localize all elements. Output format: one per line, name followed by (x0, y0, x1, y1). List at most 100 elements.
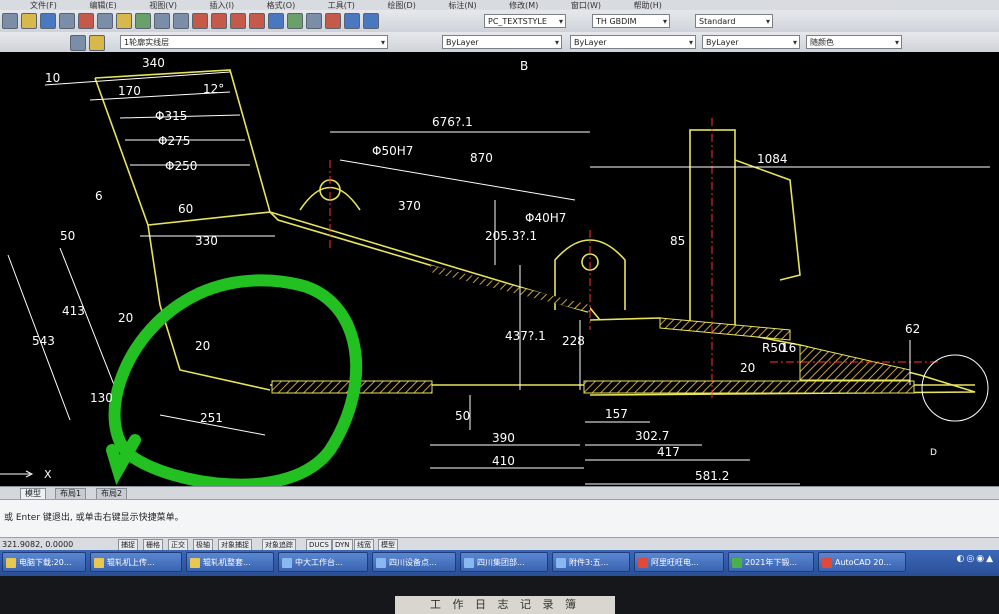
table-style-select[interactable]: Standard (695, 14, 773, 28)
dim-text: Φ50H7 (372, 144, 413, 158)
dim-text: 581.2 (695, 469, 729, 483)
menu-bar: 文件(F) 编辑(E) 视图(V) 插入(I) 格式(O) 工具(T) 绘图(D… (0, 0, 999, 10)
dim-text: 676?.1 (432, 115, 473, 129)
color-select[interactable]: ByLayer (442, 35, 562, 49)
zoom-previous-icon[interactable] (249, 13, 265, 29)
command-prompt: 或 Enter 键退出, 或单击右键显示快捷菜单。 (4, 513, 184, 523)
menu-item[interactable]: 格式(O) (267, 1, 296, 10)
dim-text: 1084 (757, 152, 788, 166)
dim-text: 205.3?.1 (485, 229, 537, 243)
paste-icon[interactable] (116, 13, 132, 29)
copy-icon[interactable] (97, 13, 113, 29)
redo-icon[interactable] (173, 13, 189, 29)
dim-text: 6 (95, 189, 103, 203)
layer-select[interactable]: 1轮廓实线层 (120, 35, 388, 49)
dim-text: 20 (195, 339, 210, 353)
menu-item[interactable]: 视图(V) (149, 1, 177, 10)
tool-palettes-icon[interactable] (306, 13, 322, 29)
hatch-inclined (430, 265, 590, 312)
plot-style-select[interactable]: 随颜色 (806, 35, 902, 49)
dim-text: Φ275 (158, 134, 190, 148)
drawing-canvas[interactable]: B D 10 340 170 12° Φ315 Φ275 Φ250 6 60 3… (0, 52, 999, 486)
system-tray[interactable]: ◐◎◉▲ (957, 554, 995, 564)
pan-icon[interactable] (192, 13, 208, 29)
cut-icon[interactable] (78, 13, 94, 29)
menu-item[interactable]: 帮助(H) (634, 1, 662, 10)
dim-text: 12° (203, 82, 224, 96)
dim-text: 50 (455, 409, 470, 423)
status-bar: 321.9082, 0.0000 捕捉 栅格 正交 极轴 对象捕捉 对象追踪 D… (0, 537, 999, 551)
detail-circle-d (921, 354, 989, 422)
match-properties-icon[interactable] (135, 13, 151, 29)
dim-text: 437?.1 (505, 329, 546, 343)
monitor-screen: 文件(F) 编辑(E) 视图(V) 插入(I) 格式(O) 工具(T) 绘图(D… (0, 0, 999, 580)
markup-icon[interactable] (344, 13, 360, 29)
linetype-select[interactable]: ByLayer (570, 35, 696, 49)
print-icon[interactable] (59, 13, 75, 29)
windows-taskbar: 电脑下载:20... 辊轧机上传... 辊轧机整套... 中大工作台... 四川… (0, 550, 999, 576)
hatch-plate (659, 317, 791, 341)
taskbar-item[interactable]: 四川设备点... (372, 552, 456, 572)
dim-text: 390 (492, 431, 515, 445)
menu-item[interactable]: 修改(M) (509, 1, 538, 10)
properties-icon[interactable] (268, 13, 284, 29)
lineweight-select[interactable]: ByLayer (702, 35, 800, 49)
layers-toolbar: 1轮廓实线层 ByLayer ByLayer ByLayer 随颜色 (0, 32, 999, 53)
menu-item[interactable]: 插入(I) (210, 1, 235, 10)
save-icon[interactable] (40, 13, 56, 29)
dim-style-select[interactable]: TH GBDIM (592, 14, 670, 28)
taskbar-item[interactable]: 附件3:五... (552, 552, 630, 572)
layout-tabs: 模型 布局1 布局2 (0, 486, 999, 500)
sheet-set-icon[interactable] (325, 13, 341, 29)
dim-text: 170 (118, 84, 141, 98)
dim-text: 302.7 (635, 429, 669, 443)
dim-text: Φ40H7 (525, 211, 566, 225)
dim-text: 130 (90, 391, 113, 405)
dim-text: 62 (905, 322, 920, 336)
dim-text: 16 (781, 341, 796, 355)
menu-item[interactable]: 文件(F) (30, 1, 57, 10)
hook-arm (734, 159, 801, 281)
menu-item[interactable]: 编辑(E) (89, 1, 116, 10)
dim-text: 10 (45, 71, 60, 85)
design-center-icon[interactable] (287, 13, 303, 29)
desk-label-plate: 工 作 日 志 记 录 簿 (395, 596, 615, 614)
taskbar-item[interactable]: 阿里旺旺电... (634, 552, 724, 572)
menu-item[interactable]: 标注(N) (448, 1, 476, 10)
layer-icons (70, 35, 105, 51)
help-icon[interactable] (363, 13, 379, 29)
new-file-icon[interactable] (2, 13, 18, 29)
taskbar-item[interactable]: 辊轧机整套... (186, 552, 274, 572)
taskbar-item[interactable]: 2021年下锻... (728, 552, 814, 572)
view-label-d: D (930, 448, 937, 458)
dim-text: 370 (398, 199, 421, 213)
taskbar-item[interactable]: 中大工作台... (278, 552, 368, 572)
taskbar-item[interactable]: 辊轧机上传... (90, 552, 182, 572)
menu-item[interactable]: 窗口(W) (571, 1, 601, 10)
zoom-realtime-icon[interactable] (211, 13, 227, 29)
dim-text: 340 (142, 56, 165, 70)
taskbar-item[interactable]: 电脑下载:20... (2, 552, 86, 572)
dim-text: Φ315 (155, 109, 187, 123)
zoom-window-icon[interactable] (230, 13, 246, 29)
dim-text: 50 (60, 229, 75, 243)
text-style-select[interactable]: PC_TEXTSTYLE (484, 14, 566, 28)
ucs-x-label: X (44, 468, 52, 481)
taskbar-item[interactable]: 四川集团部... (460, 552, 548, 572)
dim-text: 20 (118, 311, 133, 325)
dim-text: 870 (470, 151, 493, 165)
dim-text: 20 (740, 361, 755, 375)
undo-icon[interactable] (154, 13, 170, 29)
coordinate-readout: 321.9082, 0.0000 (2, 540, 74, 549)
menu-item[interactable]: 绘图(D) (387, 1, 415, 10)
open-file-icon[interactable] (21, 13, 37, 29)
dim-text: 85 (670, 234, 685, 248)
taskbar-item[interactable]: AutoCAD 20... (818, 552, 906, 572)
layer-state-icon[interactable] (89, 35, 105, 51)
menu-item[interactable]: 工具(T) (328, 1, 355, 10)
cad-drawing: B D 10 340 170 12° Φ315 Φ275 Φ250 6 60 3… (0, 56, 990, 486)
dim-text: 330 (195, 234, 218, 248)
hatch-base-right (583, 380, 915, 394)
command-line[interactable]: 或 Enter 键退出, 或单击右键显示快捷菜单。 (0, 499, 999, 538)
layer-manager-icon[interactable] (70, 35, 86, 51)
